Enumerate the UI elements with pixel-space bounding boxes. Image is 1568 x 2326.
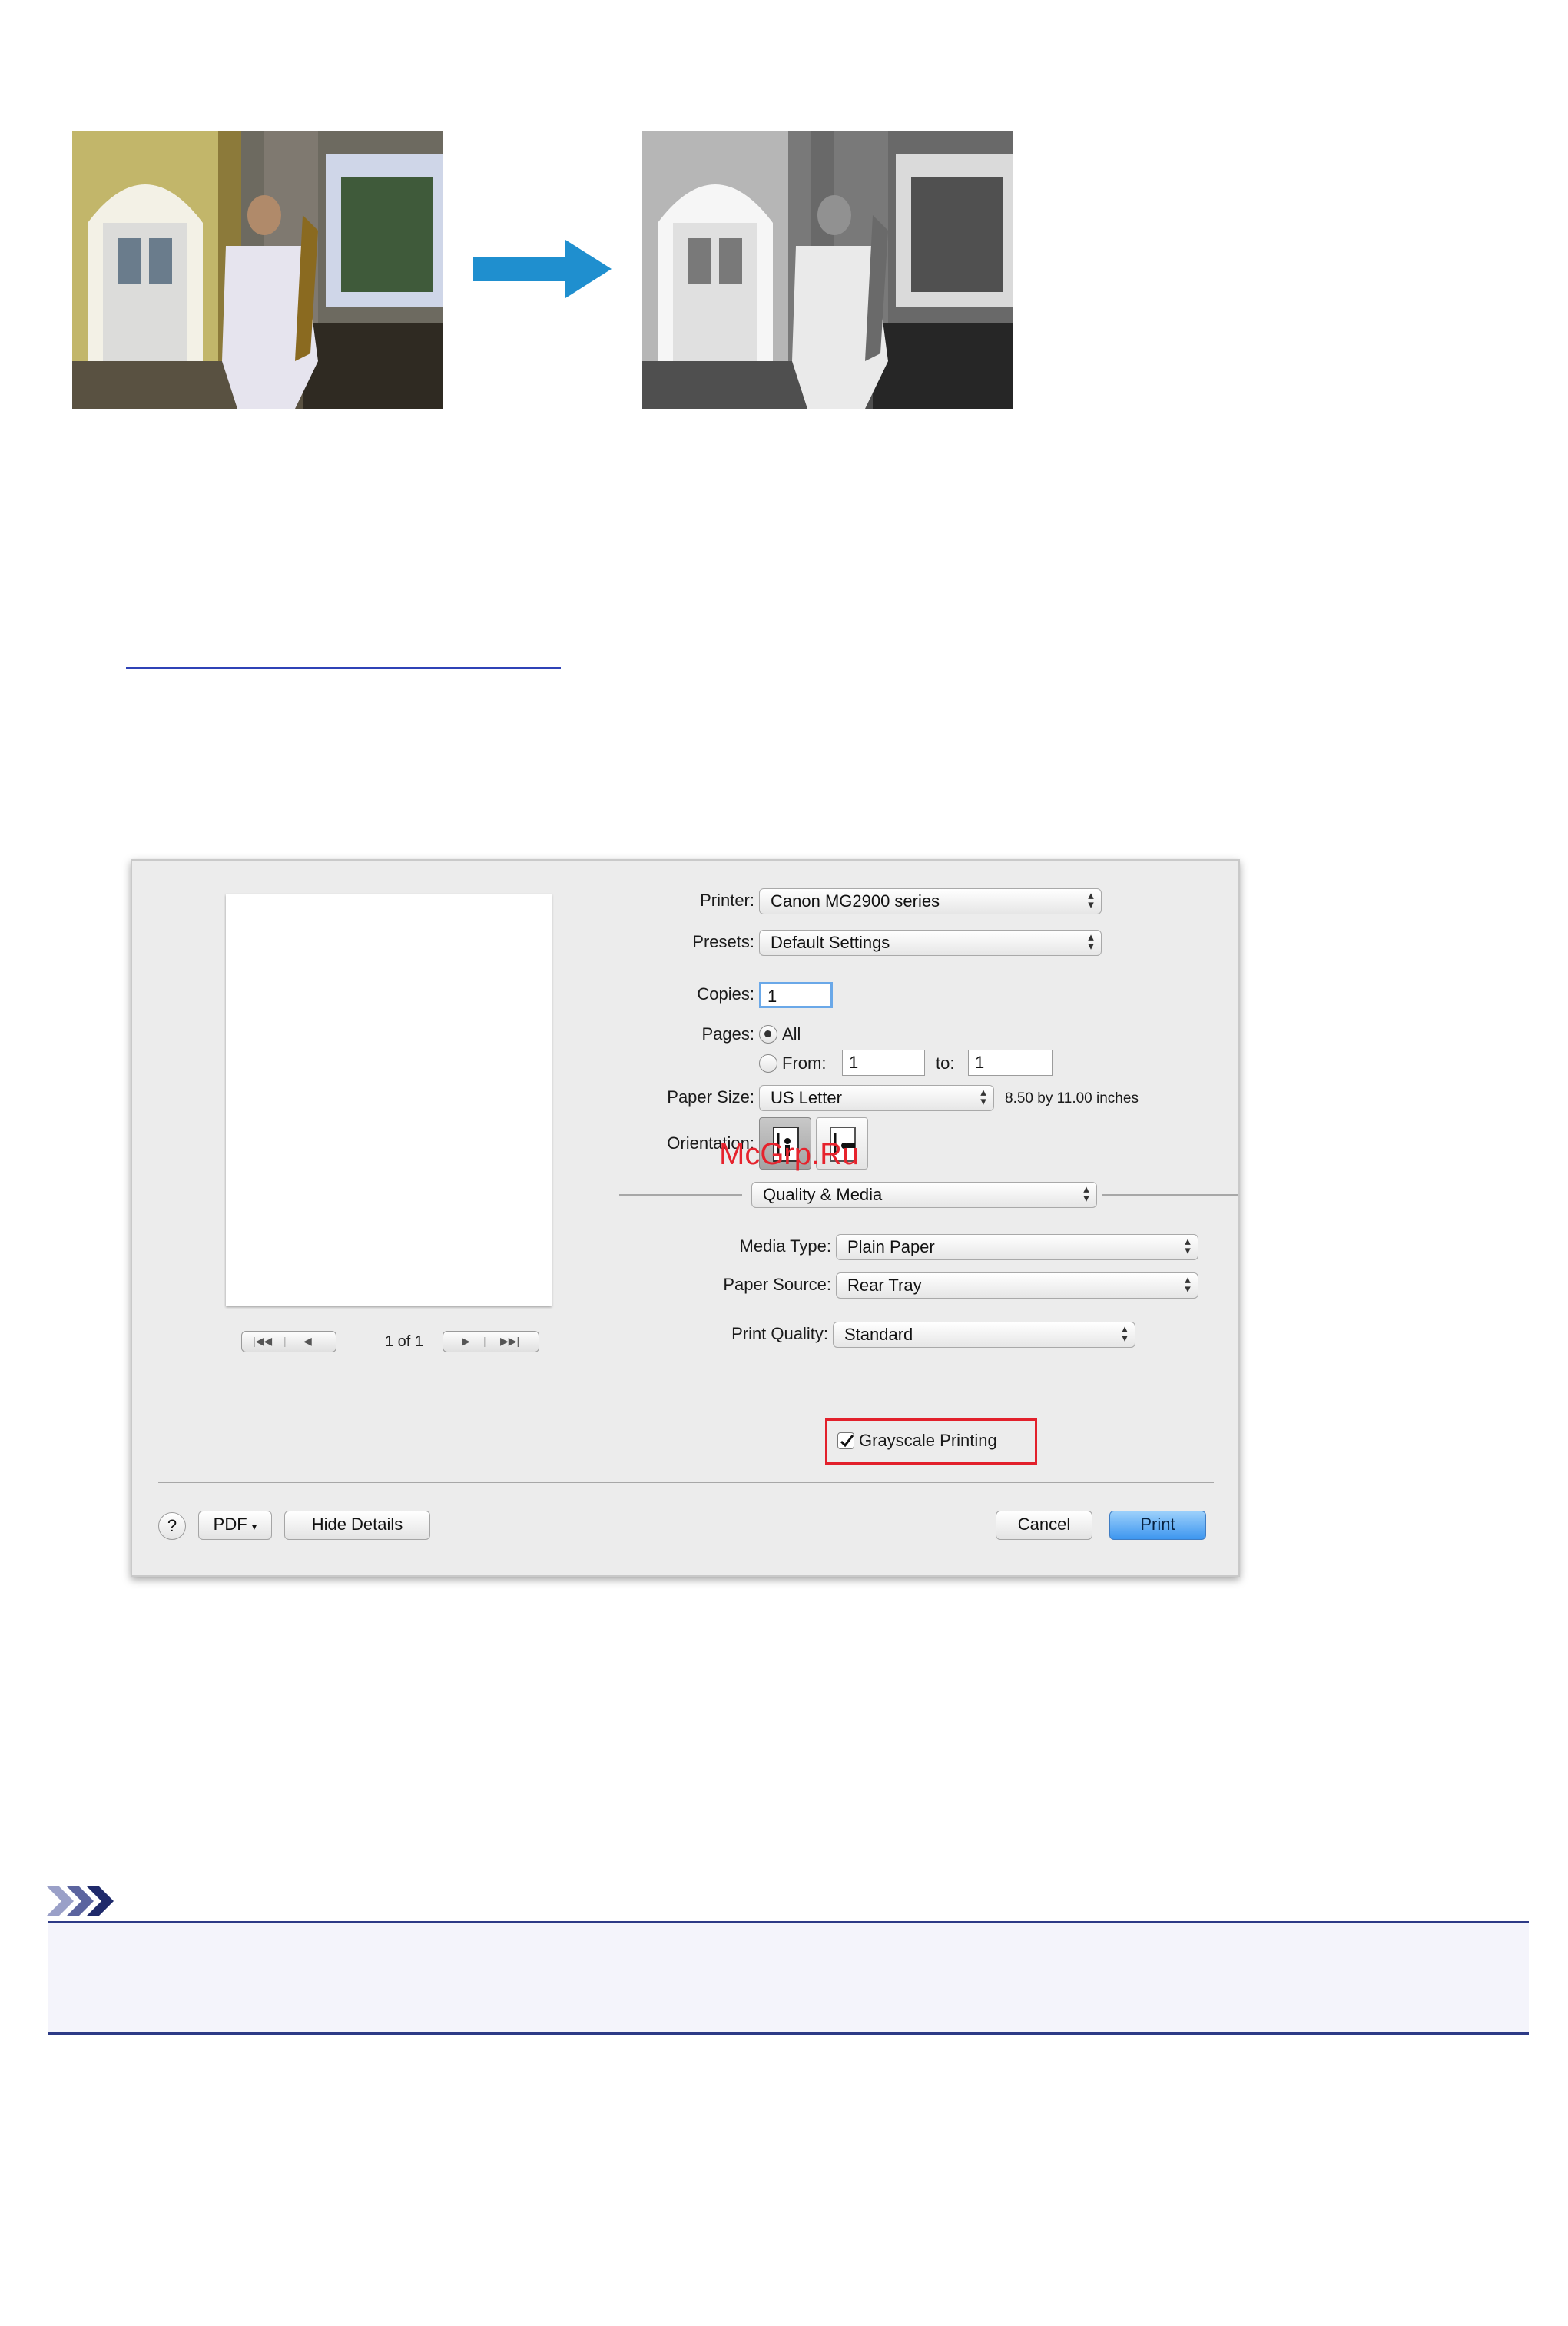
pages-from-radio[interactable] bbox=[759, 1054, 777, 1073]
updown-arrows-icon: ▴ ▾ bbox=[1185, 1235, 1191, 1257]
paper-dimensions: 8.50 by 11.00 inches bbox=[1005, 1090, 1139, 1107]
updown-arrows-icon: ▴ ▾ bbox=[1088, 931, 1094, 953]
checkmark-icon bbox=[840, 1435, 854, 1448]
media-type-popup[interactable]: Plain Paper ▴ ▾ bbox=[836, 1234, 1198, 1260]
last-page-icon[interactable]: ▶▶| bbox=[500, 1334, 519, 1348]
footer-separator bbox=[158, 1482, 1214, 1483]
paper-source-popup[interactable]: Rear Tray ▴ ▾ bbox=[836, 1272, 1198, 1299]
pages-all-label: All bbox=[782, 1024, 801, 1044]
copies-field[interactable]: 1 bbox=[759, 982, 833, 1008]
first-page-icon[interactable]: |◀◀ bbox=[253, 1334, 272, 1348]
reference-link[interactable] bbox=[126, 644, 561, 669]
section-popup[interactable]: Quality & Media ▴ ▾ bbox=[751, 1182, 1097, 1208]
hide-details-button[interactable]: Hide Details bbox=[284, 1511, 430, 1540]
pages-from-field[interactable]: 1 bbox=[842, 1050, 925, 1076]
help-button[interactable]: ? bbox=[158, 1512, 186, 1540]
paper-source-label: Paper Source: bbox=[723, 1275, 831, 1294]
pdf-menu-button[interactable]: PDF ▾ bbox=[198, 1511, 272, 1540]
note-chevrons-icon bbox=[46, 1886, 114, 1916]
print-dialog: |◀◀ | ◀ 1 of 1 ▶ | ▶▶| Printer: Canon MG… bbox=[131, 859, 1240, 1577]
updown-arrows-icon: ▴ ▾ bbox=[1083, 1183, 1089, 1205]
printer-label: Printer: bbox=[700, 891, 754, 910]
page-indicator: 1 of 1 bbox=[384, 1333, 424, 1350]
note-box bbox=[48, 1921, 1529, 2035]
presets-label: Presets: bbox=[692, 932, 754, 951]
separator-right bbox=[1102, 1194, 1238, 1196]
next-page-icon[interactable]: ▶ bbox=[462, 1334, 470, 1348]
dropdown-arrow-icon: ▾ bbox=[251, 1521, 257, 1532]
pages-to-label: to: bbox=[936, 1054, 955, 1073]
previous-page-icon[interactable]: ◀ bbox=[303, 1334, 312, 1348]
grayscale-photo-after bbox=[642, 131, 1013, 409]
updown-arrows-icon: ▴ ▾ bbox=[1122, 1322, 1128, 1345]
watermark-text: McGrp.Ru bbox=[719, 1137, 860, 1171]
grayscale-label: Grayscale Printing bbox=[859, 1431, 997, 1450]
presets-popup[interactable]: Default Settings ▴ ▾ bbox=[759, 930, 1102, 956]
print-quality-label: Print Quality: bbox=[731, 1324, 828, 1343]
printer-popup[interactable]: Canon MG2900 series ▴ ▾ bbox=[759, 888, 1102, 914]
pages-all-radio[interactable] bbox=[759, 1025, 777, 1044]
print-quality-popup[interactable]: Standard ▴ ▾ bbox=[833, 1322, 1135, 1348]
pages-to-field[interactable]: 1 bbox=[968, 1050, 1053, 1076]
pages-from-label: From: bbox=[782, 1054, 827, 1073]
pages-label: Pages: bbox=[701, 1024, 755, 1044]
grayscale-checkbox[interactable] bbox=[837, 1432, 854, 1449]
preview-next-buttons[interactable]: ▶ | ▶▶| bbox=[443, 1331, 539, 1352]
updown-arrows-icon: ▴ ▾ bbox=[980, 1086, 986, 1108]
print-button[interactable]: Print bbox=[1109, 1511, 1206, 1540]
arrow-right-icon bbox=[473, 240, 612, 298]
separator-left bbox=[619, 1194, 742, 1196]
print-preview bbox=[226, 894, 552, 1306]
paper-size-popup[interactable]: US Letter ▴ ▾ bbox=[759, 1085, 994, 1111]
media-type-label: Media Type: bbox=[739, 1236, 831, 1256]
paper-size-label: Paper Size: bbox=[667, 1087, 754, 1107]
updown-arrows-icon: ▴ ▾ bbox=[1185, 1273, 1191, 1296]
preview-prev-buttons[interactable]: |◀◀ | ◀ bbox=[241, 1331, 336, 1352]
copies-label: Copies: bbox=[697, 984, 754, 1004]
updown-arrows-icon: ▴ ▾ bbox=[1088, 889, 1094, 911]
color-photo-before bbox=[72, 131, 443, 409]
cancel-button[interactable]: Cancel bbox=[996, 1511, 1092, 1540]
